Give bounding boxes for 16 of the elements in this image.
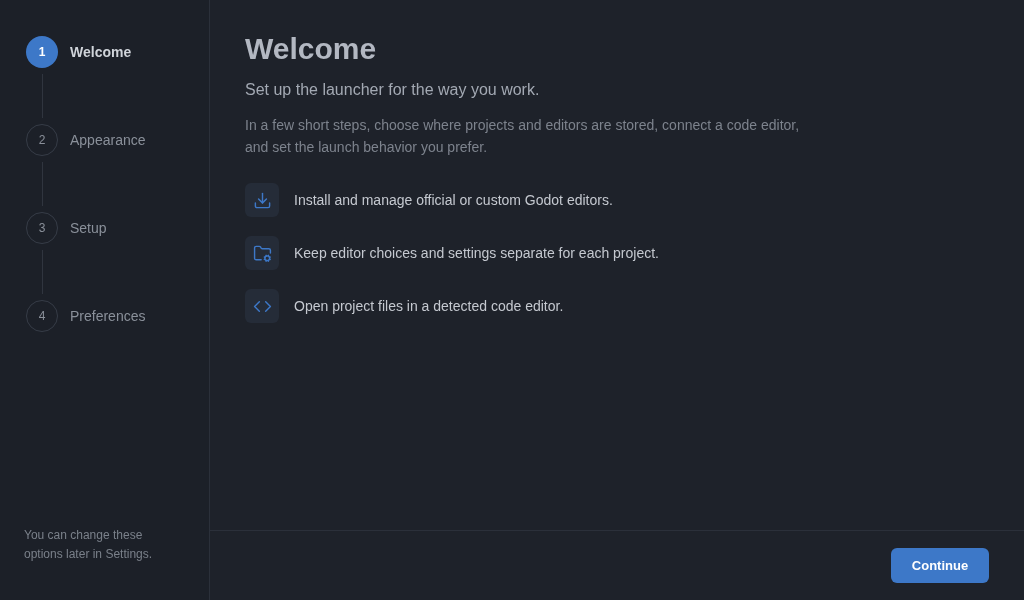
step-label: Setup [70, 218, 107, 238]
sidebar-note: You can change these options later in Settings. [24, 527, 154, 563]
subtitle: Set up the launcher for the way you work. [245, 80, 541, 100]
step-indicator: 1 [26, 36, 58, 68]
feature-text: Open project files in a detected code editor. [294, 296, 564, 316]
code-icon [245, 289, 279, 323]
folder-gear-icon [245, 236, 279, 270]
step-label: Appearance [70, 130, 146, 150]
step-label: Preferences [70, 306, 146, 326]
step-label: Welcome [70, 42, 132, 62]
description: In a few short steps, choose where projects and editors are stored, connect a code editor, and set the launch behavior you prefer. [245, 116, 801, 157]
feature-text: Install and manage official or custom Godot editors. [294, 190, 613, 210]
page-title: Welcome [245, 31, 378, 67]
continue-button[interactable]: Continue [891, 548, 989, 583]
feature-text: Keep editor choices and settings separate for each project. [294, 243, 659, 263]
download-icon [245, 183, 279, 217]
